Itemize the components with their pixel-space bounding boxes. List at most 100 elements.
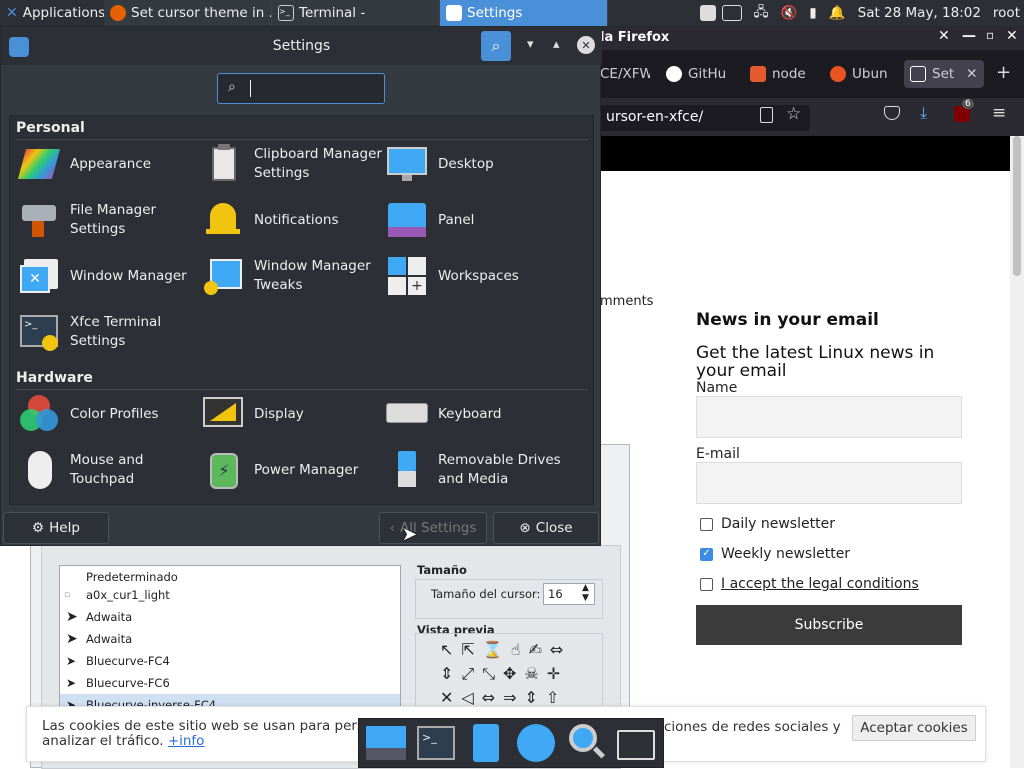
battery-status-icon[interactable]: ▮ — [809, 5, 816, 21]
tab-close-icon[interactable]: ✕ — [966, 66, 977, 82]
size-spinbox[interactable]: 16 ▲ ▼ — [543, 583, 595, 605]
item-clipboard-manager[interactable]: Clipboard Manager Settings — [202, 138, 382, 190]
tab-set-active[interactable]: Set ✕ — [904, 60, 984, 88]
list-item[interactable]: ➤ Bluecurve-FC4 — [60, 650, 400, 672]
task-terminal[interactable]: >_ Terminal - — [272, 0, 440, 26]
item-window-manager-tweaks[interactable]: Window Manager Tweaks — [202, 250, 382, 302]
all-settings-button[interactable]: ‹ All Settings — [379, 512, 487, 544]
more-info-link[interactable]: +info — [168, 733, 205, 749]
tab-cexfw[interactable]: CE/XFW — [600, 60, 650, 88]
folder-launcher-icon[interactable] — [615, 722, 657, 764]
mute-icon[interactable]: 🔇 — [781, 5, 798, 21]
workspace-2-icon[interactable] — [721, 5, 742, 21]
settings-search-input[interactable]: ⌕ — [217, 73, 385, 104]
item-panel[interactable]: Panel — [386, 194, 566, 246]
tab-node[interactable]: node — [750, 60, 816, 88]
list-item[interactable]: ▫ a0x_cur1_light — [60, 584, 400, 606]
item-workspaces[interactable]: + Workspaces — [386, 250, 566, 302]
item-display[interactable]: Display — [202, 388, 382, 440]
network-icon[interactable]: 🖧 — [754, 2, 769, 25]
web-browser-launcher-icon[interactable] — [515, 722, 557, 764]
item-desktop[interactable]: Desktop — [386, 138, 566, 190]
newsletter-subheading: Get the latest Linux news in your email — [696, 343, 935, 381]
clock[interactable]: Sat 28 May, 18:02 — [858, 5, 981, 21]
weekly-newsletter-option[interactable]: ✓ Weekly newsletter — [700, 546, 850, 562]
app-finder-launcher-icon[interactable] — [565, 722, 607, 764]
show-desktop-icon[interactable] — [365, 722, 407, 764]
settings-window: Settings ⌕ ▾ ▴ ✕ ⌕ Personal Appearance C… — [0, 26, 602, 546]
help-button[interactable]: ⚙ Help — [3, 512, 109, 544]
scrollbar-thumb[interactable] — [1013, 136, 1021, 276]
list-item[interactable]: ➤ Adwaita — [60, 628, 400, 650]
accept-cookies-button[interactable]: Aceptar cookies — [852, 715, 976, 741]
item-file-manager[interactable]: File Manager Settings — [18, 194, 198, 246]
minimize-icon[interactable]: ✕ — [938, 28, 950, 44]
item-color-profiles[interactable]: Color Profiles — [18, 388, 198, 440]
close-icon[interactable]: ✕ — [1006, 28, 1018, 44]
close-button[interactable]: ⊗ Close — [493, 512, 599, 544]
search-icon: ⌕ — [228, 79, 236, 95]
task-settings[interactable]: Settings — [440, 0, 608, 26]
mouse-icon — [18, 449, 60, 491]
daily-checkbox[interactable] — [700, 517, 713, 531]
item-removable-drives[interactable]: Removable Drives and Media — [386, 444, 566, 496]
size-label: Tamaño del cursor: — [431, 587, 541, 601]
list-item[interactable]: ➤ Bluecurve-FC6 — [60, 672, 400, 694]
task-firefox[interactable]: Set cursor theme in ... — [104, 0, 272, 26]
item-xfce-terminal-settings[interactable]: >_ Xfce Terminal Settings — [18, 306, 198, 358]
desktop-icon — [386, 143, 428, 185]
tab-strip: CE/XFW GitHu node Ubun Set ✕ + — [600, 50, 1024, 98]
daily-newsletter-option[interactable]: Daily newsletter — [700, 516, 835, 532]
item-appearance[interactable]: Appearance — [17, 138, 198, 190]
clipboard-icon — [202, 143, 244, 185]
bookmark-star-icon[interactable]: ☆ — [786, 104, 801, 124]
github-icon — [666, 66, 682, 82]
menu-icon[interactable]: ≡ — [992, 103, 1006, 123]
maximize-icon[interactable]: ▫ — [986, 28, 994, 42]
window-manager-icon: ✕ — [18, 255, 60, 297]
email-field[interactable] — [696, 462, 962, 504]
item-mouse-touchpad[interactable]: Mouse and Touchpad — [18, 444, 198, 496]
maximize-icon[interactable]: ▴ — [553, 37, 560, 52]
minimize-icon[interactable]: ▾ — [527, 37, 534, 52]
file-manager-launcher-icon[interactable] — [465, 722, 507, 764]
new-tab-icon[interactable]: + — [996, 62, 1011, 83]
settings-app-icon — [9, 37, 29, 57]
cursor-theme-list[interactable]: Predeterminado ▫ a0x_cur1_light ➤ Adwaita … — [59, 565, 401, 716]
pocket-icon[interactable] — [884, 106, 900, 120]
item-notifications[interactable]: Notifications — [202, 194, 382, 246]
notification-bell-icon[interactable]: 🔔 — [829, 5, 846, 21]
cursor-arrow-icon: ➤ — [66, 654, 77, 668]
text-caret — [250, 80, 251, 97]
item-window-manager[interactable]: ✕ Window Manager — [18, 250, 198, 302]
workspace-1-icon[interactable] — [699, 5, 716, 21]
search-toggle-icon[interactable]: ⌕ — [481, 31, 511, 61]
shade-icon[interactable]: — — [962, 28, 976, 44]
subscribe-button[interactable]: Subscribe — [696, 605, 962, 645]
url-bar[interactable]: ursor-en-xfce/ — [600, 105, 810, 131]
weekly-checkbox[interactable]: ✓ — [700, 547, 713, 561]
applications-menu[interactable]: ✕ Applications — [0, 0, 104, 26]
window-tweaks-icon — [202, 255, 244, 297]
reader-view-icon[interactable] — [760, 107, 773, 123]
firefox-title: la Firefox — [600, 30, 670, 45]
download-icon[interactable]: ⤓ — [920, 103, 927, 123]
item-keyboard[interactable]: Keyboard — [386, 388, 566, 440]
section-personal: Personal — [16, 120, 85, 136]
spin-arrows-icon[interactable]: ▲ ▼ — [582, 583, 589, 603]
page-scrollbar[interactable] — [1010, 136, 1024, 768]
tab-github[interactable]: GitHu — [666, 60, 736, 88]
user-name[interactable]: root — [993, 5, 1020, 21]
cursor-preview-grid: ↖⇱⌛☝✍⇔ ⇕⤢⤡✥☠✛ ✕◁⇔⇒⇕⇧ — [415, 633, 603, 713]
legal-checkbox[interactable] — [700, 577, 713, 591]
legal-conditions-option[interactable]: I accept the legal conditions — [700, 576, 919, 592]
item-power-manager[interactable]: ⚡ Power Manager — [202, 444, 382, 496]
tab-ubuntu[interactable]: Ubun — [830, 60, 896, 88]
section-hardware: Hardware — [16, 370, 93, 386]
comments-link[interactable]: mments — [600, 294, 653, 309]
list-item[interactable]: ➤ Adwaita — [60, 606, 400, 628]
name-field[interactable] — [696, 396, 962, 438]
settings-titlebar: Settings ⌕ ▾ ▴ ✕ — [1, 27, 602, 65]
terminal-launcher-icon[interactable]: >_ — [415, 722, 457, 764]
close-icon[interactable]: ✕ — [577, 36, 595, 54]
